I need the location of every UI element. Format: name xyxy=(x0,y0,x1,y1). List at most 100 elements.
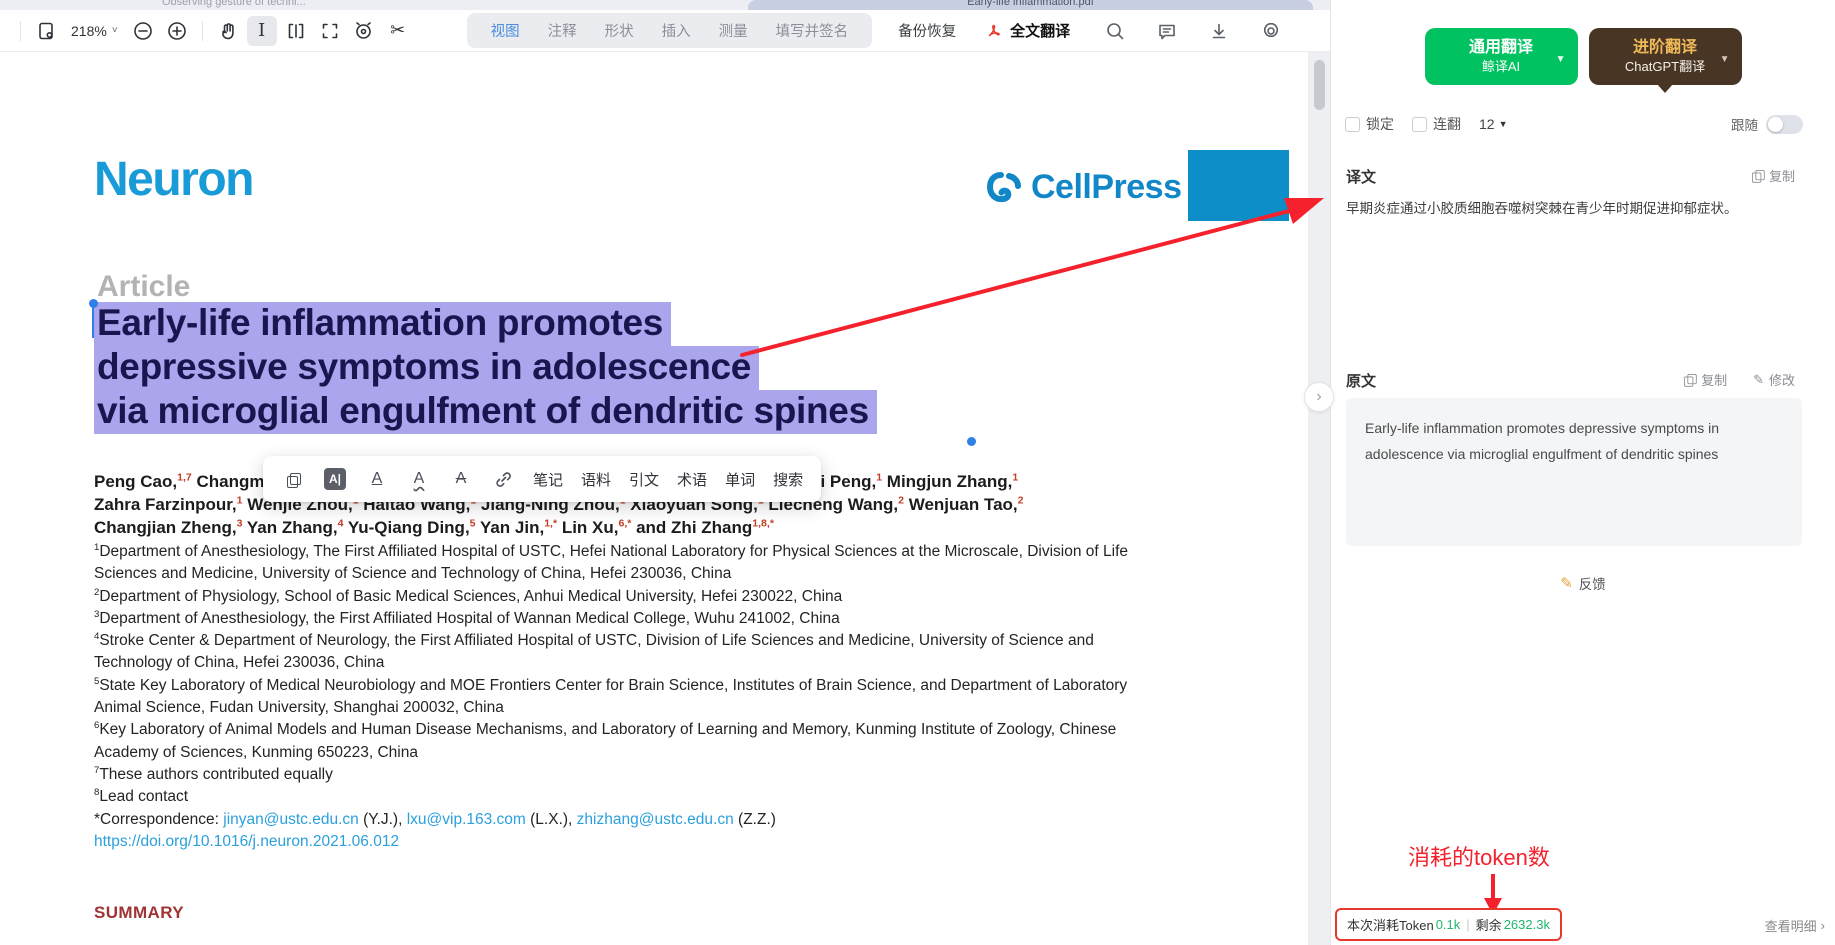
general-translate-button[interactable]: 通用翻译 鲸译AI ▼ xyxy=(1425,28,1578,85)
backup-restore-button[interactable]: 备份恢复 xyxy=(898,20,956,41)
lock-checkbox[interactable]: 锁定 xyxy=(1345,114,1394,134)
cellpress-logo: CellPress xyxy=(985,168,1182,207)
full-text-translate-button[interactable]: 全文翻译 xyxy=(986,20,1070,41)
snapshot-scissors-icon[interactable]: ✂ xyxy=(383,16,413,46)
advanced-translate-button[interactable]: 进阶翻译 ChatGPT翻译 ▼ xyxy=(1589,28,1742,85)
follow-control: 跟随 xyxy=(1731,114,1803,134)
chevron-right-icon: › xyxy=(1821,918,1825,933)
continuous-label: 连翻 xyxy=(1433,114,1461,134)
copy-source-button[interactable]: 复制 xyxy=(1683,370,1727,389)
feedback-label: 反馈 xyxy=(1579,573,1606,593)
squiggly-underline-icon[interactable]: A xyxy=(407,467,431,491)
link-icon[interactable] xyxy=(491,467,515,491)
advanced-translate-title: 进阶翻译 xyxy=(1633,39,1697,57)
source-actions: 复制 ✎ 修改 xyxy=(1683,370,1795,389)
citation-button[interactable]: 引文 xyxy=(629,469,659,490)
zoom-out-button[interactable] xyxy=(128,16,158,46)
advanced-translate-subtitle: ChatGPT翻译 xyxy=(1625,59,1705,74)
menu-shapes[interactable]: 形状 xyxy=(591,18,648,43)
affiliation-line: 8Lead contact xyxy=(94,786,1174,808)
panel-controls-row: 锁定 连翻 12 ▼ 跟随 xyxy=(1331,112,1835,136)
scrollbar-track[interactable] xyxy=(1308,52,1330,945)
checkbox-icon xyxy=(1412,117,1427,132)
edit-source-button[interactable]: ✎ 修改 xyxy=(1753,370,1795,389)
source-text-box[interactable]: Early-life inflammation promotes depress… xyxy=(1346,398,1802,546)
chevron-down-icon: ▼ xyxy=(1720,54,1730,65)
text-select-tool[interactable]: I xyxy=(247,16,277,46)
view-details-link[interactable]: 查看明细 › xyxy=(1765,916,1825,935)
underline-icon[interactable]: A xyxy=(365,467,389,491)
toolbar-right-icons xyxy=(1100,16,1286,46)
hand-tool-icon[interactable] xyxy=(213,16,243,46)
copy-icon xyxy=(1684,374,1695,385)
token-consumed-value: 0.1k xyxy=(1436,917,1461,932)
search-icon[interactable] xyxy=(1100,16,1130,46)
token-separator: | xyxy=(1462,917,1473,932)
affiliation-line: 4Stroke Center & Department of Neurology… xyxy=(94,630,1174,675)
tab-background-document[interactable]: Observing gesture of techni... xyxy=(162,0,412,8)
continuous-translate-checkbox[interactable]: 连翻 xyxy=(1412,114,1461,134)
document-viewport[interactable]: Neuron CellPress Article Early-life infl… xyxy=(0,52,1330,945)
word-button[interactable]: 单词 xyxy=(725,469,755,490)
cellpress-logo-text: CellPress xyxy=(1031,168,1182,207)
ribbon-menu: 视图 注释 形状 插入 测量 填写并签名 xyxy=(467,13,873,48)
affiliation-line: 2Department of Physiology, School of Bas… xyxy=(94,586,1174,608)
eye-icon[interactable] xyxy=(349,16,379,46)
copy-icon[interactable] xyxy=(281,467,305,491)
settings-gear-icon[interactable] xyxy=(1256,16,1286,46)
follow-toggle[interactable] xyxy=(1766,115,1803,134)
terminology-button[interactable]: 术语 xyxy=(677,469,707,490)
fullscreen-icon[interactable] xyxy=(315,16,345,46)
menu-insert[interactable]: 插入 xyxy=(648,18,705,43)
translation-heading: 译文 xyxy=(1346,166,1376,187)
panel-collapse-button[interactable]: › xyxy=(1304,382,1334,412)
title-line-1: Early-life inflammation promotes xyxy=(94,302,671,346)
strikethrough-icon[interactable]: A xyxy=(449,467,473,491)
corpus-button[interactable]: 语料 xyxy=(581,469,611,490)
affiliation-line: 6Key Laboratory of Animal Models and Hum… xyxy=(94,719,1174,764)
note-button[interactable]: 笔记 xyxy=(533,469,563,490)
menu-view[interactable]: 视图 xyxy=(477,18,534,43)
menu-measure[interactable]: 测量 xyxy=(705,18,762,43)
zoom-in-button[interactable] xyxy=(162,16,192,46)
tab-active-label: Early-life inflammation.pdf xyxy=(748,0,1313,8)
pdf-icon xyxy=(986,22,1003,39)
download-icon[interactable] xyxy=(1204,16,1234,46)
comment-icon[interactable] xyxy=(1152,16,1182,46)
paper-title: Early-life inflammation promotes depress… xyxy=(94,302,877,434)
zoom-level-select[interactable]: 218% ˅ xyxy=(71,23,118,39)
affiliation-line: 5State Key Laboratory of Medical Neurobi… xyxy=(94,675,1174,720)
toolbar-divider xyxy=(202,21,203,41)
pdf-reader-app: Observing gesture of techni... Early-lif… xyxy=(0,0,1835,945)
menu-fill-sign[interactable]: 填写并签名 xyxy=(762,18,863,43)
checkbox-icon xyxy=(1345,117,1360,132)
cover-blue-rectangle xyxy=(1188,150,1289,221)
translation-text: 早期炎症通过小胶质细胞吞噬树突棘在青少年时期促进抑郁症状。 xyxy=(1346,198,1786,219)
token-remaining-value: 2632.3k xyxy=(1504,917,1550,932)
title-line-2: depressive symptoms in adolescence xyxy=(94,346,759,390)
feedback-button[interactable]: ✎ 反馈 xyxy=(1331,573,1835,593)
translation-actions: 复制 xyxy=(1751,166,1795,185)
search-button[interactable]: 搜索 xyxy=(773,469,803,490)
copy-icon xyxy=(1752,170,1763,181)
page-view-icon[interactable] xyxy=(31,16,61,46)
pencil-icon: ✎ xyxy=(1560,574,1573,592)
doi-link[interactable]: https://doi.org/10.1016/j.neuron.2021.06… xyxy=(94,831,1174,853)
font-size-select[interactable]: 12 ▼ xyxy=(1479,116,1508,132)
menu-annotate[interactable]: 注释 xyxy=(534,18,591,43)
highlight-text-icon[interactable]: A| xyxy=(323,467,347,491)
tab-active-document[interactable]: Early-life inflammation.pdf xyxy=(748,0,1313,10)
author-line: Changjian Zheng,3 Yan Zhang,4 Yu-Qiang D… xyxy=(94,516,1184,539)
scrollbar-thumb[interactable] xyxy=(1314,60,1325,110)
selection-end-handle[interactable] xyxy=(967,437,976,446)
full-text-translate-label: 全文翻译 xyxy=(1010,20,1070,41)
correspondence-line[interactable]: *Correspondence: jinyan@ustc.edu.cn (Y.J… xyxy=(94,809,1174,831)
token-remaining-prefix: 剩余 xyxy=(1476,915,1502,934)
token-consumed-prefix: 本次消耗Token xyxy=(1347,915,1434,934)
toolbar-divider xyxy=(20,21,21,41)
two-page-view-icon[interactable] xyxy=(281,16,311,46)
affiliation-line: 1Department of Anesthesiology, The First… xyxy=(94,541,1174,586)
general-translate-title: 通用翻译 xyxy=(1469,39,1533,57)
copy-translation-button[interactable]: 复制 xyxy=(1751,166,1795,185)
general-translate-subtitle: 鲸译AI xyxy=(1482,59,1520,74)
